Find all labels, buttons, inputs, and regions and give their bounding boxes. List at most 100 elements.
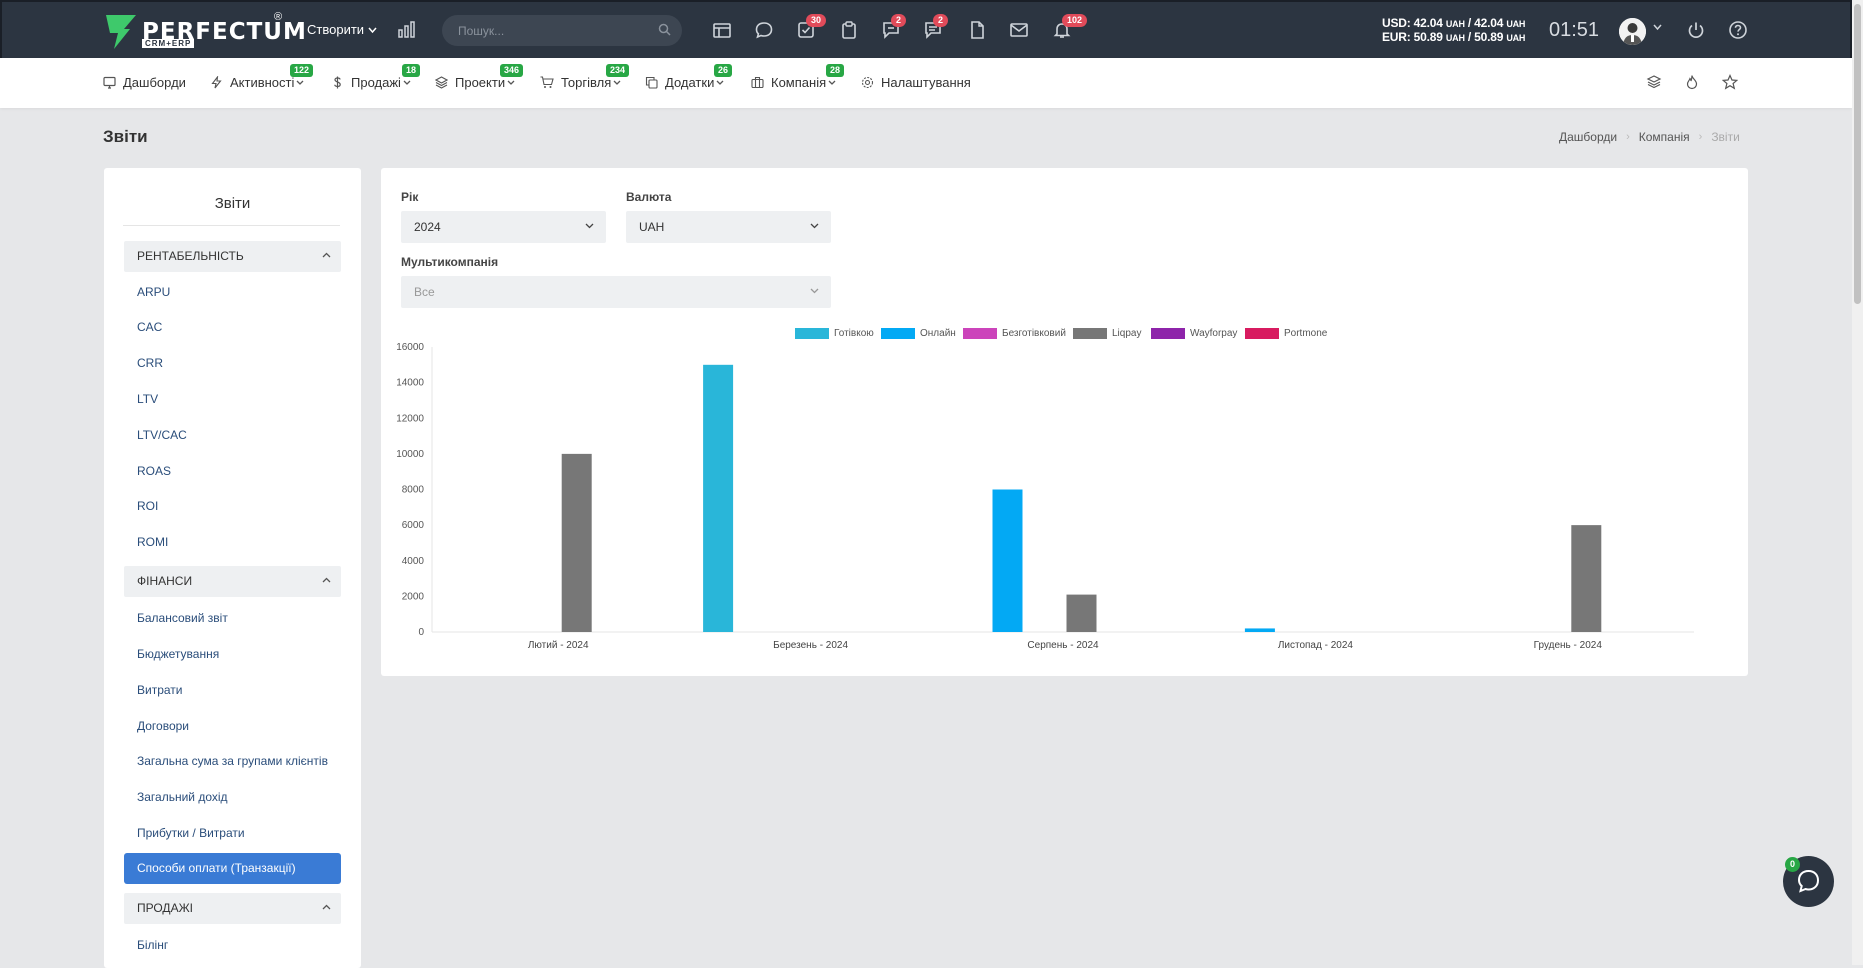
y-tick-label: 0 [418, 627, 424, 638]
bar-онлайн-2[interactable] [992, 489, 1023, 633]
search-input[interactable] [442, 15, 682, 46]
page-scrollbar[interactable] [1852, 0, 1863, 965]
usd-rate: USD: 42.04 UAH / 42.04 UAH [1382, 16, 1526, 30]
sidebar-item-romi[interactable]: ROMI [137, 535, 168, 549]
y-tick-label: 14000 [396, 378, 424, 389]
nav-badge: 26 [714, 64, 733, 77]
x-tick-label: Березень - 2024 [773, 640, 848, 651]
comments-button[interactable]: 2 [923, 14, 949, 42]
nav-item-addons[interactable]: Додатки 26 [645, 64, 733, 90]
tasks-button[interactable]: 30 [796, 14, 827, 42]
nav-badge: 122 [290, 64, 314, 77]
bar-онлайн-3[interactable] [1244, 628, 1275, 632]
user-avatar-icon [1619, 18, 1646, 45]
top-bar: PERFECTUM ® CRM+ERP Створити 30 2 2 [0, 0, 1852, 58]
bar-chart-icon[interactable] [398, 20, 416, 38]
avatar-chevron-down-icon[interactable] [1653, 24, 1662, 31]
nav-label: Компанія [771, 75, 827, 90]
sidebar-item-arpu[interactable]: ARPU [137, 285, 170, 299]
sidebar-item-ltv-cac[interactable]: LTV/CAC [137, 428, 187, 442]
report-card: Рік 2024 Валюта UAH Мультикомпанія Все Г… [381, 168, 1748, 676]
sidebar-item-expenses[interactable]: Витрати [137, 683, 183, 697]
nav-label: Активності [230, 75, 295, 90]
breadcrumb-separator-icon: › [1626, 131, 1630, 143]
nav-item-settings[interactable]: Налаштування [861, 75, 971, 90]
monitor-icon [103, 76, 116, 89]
bar-liqpay-2[interactable] [1066, 594, 1097, 632]
create-label: Створити [307, 22, 365, 37]
nav-item-trade[interactable]: Торгівля 234 [540, 64, 630, 90]
create-dropdown[interactable]: Створити [307, 22, 377, 37]
clipboard-icon [842, 21, 856, 39]
cart-icon [540, 76, 554, 88]
sidebar-item-cac[interactable]: CAC [137, 320, 162, 334]
sidebar-group-finance[interactable]: ФІНАНСИ [124, 566, 341, 597]
search-icon[interactable] [658, 23, 671, 36]
power-icon[interactable] [1686, 20, 1706, 40]
logo-mark-icon [106, 15, 136, 49]
notifications-button[interactable]: 102 [1052, 14, 1088, 42]
chevron-up-icon [322, 577, 331, 583]
bar-готівкою-1[interactable] [703, 364, 734, 632]
x-tick-label: Лютий - 2024 [528, 640, 589, 651]
sidebar-item-payment-methods[interactable]: Способи оплати (Транзакції) [124, 853, 341, 884]
sidebar-item-budgeting[interactable]: Бюджетування [137, 647, 219, 661]
sidebar-item-total-income[interactable]: Загальний дохід [137, 790, 228, 804]
nav-item-projects[interactable]: Проекти 346 [435, 64, 524, 90]
breadcrumb-dashboards[interactable]: Дашборди [1559, 130, 1617, 144]
help-icon[interactable] [1728, 20, 1748, 40]
eur-rate: EUR: 50.89 UAH / 50.89 UAH [1382, 30, 1526, 44]
sidebar-item-ltv[interactable]: LTV [137, 392, 158, 406]
sidebar-item-roi[interactable]: ROI [137, 499, 158, 513]
y-tick-label: 6000 [402, 520, 425, 531]
mail-button[interactable] [1009, 20, 1031, 42]
nav-badge: 234 [606, 64, 630, 77]
logo[interactable]: PERFECTUM ® CRM+ERP [104, 11, 306, 53]
chevron-up-icon [322, 252, 331, 258]
bar-liqpay-4[interactable] [1571, 525, 1602, 632]
messages-button[interactable] [754, 20, 776, 42]
nav-label: Торгівля [561, 75, 612, 90]
sidebar-item-crr[interactable]: CRR [137, 356, 163, 370]
y-tick-label: 16000 [396, 342, 424, 353]
breadcrumb-company[interactable]: Компанія [1639, 130, 1690, 144]
chevron-up-icon [322, 904, 331, 910]
gear-icon [861, 76, 874, 89]
star-icon[interactable] [1722, 74, 1738, 90]
clipboard-button[interactable] [839, 20, 861, 42]
sidebar-item-contracts[interactable]: Договори [137, 719, 189, 733]
sidebar-item-income-expenses[interactable]: Прибутки / Витрати [137, 826, 245, 840]
sidebar-item-total-by-client-groups[interactable]: Загальна сума за групами клієнтів [137, 754, 328, 768]
nav-item-company[interactable]: Компанія 28 [751, 64, 845, 90]
sidebar-item-balance-report[interactable]: Балансовий звіт [137, 611, 228, 625]
y-tick-label: 10000 [396, 449, 424, 460]
chat-button[interactable]: 2 [881, 14, 907, 42]
sidebar-group-sales[interactable]: ПРОДАЖІ [124, 893, 341, 924]
nav-item-activities[interactable]: Активності 122 [210, 64, 314, 90]
x-tick-label: Грудень - 2024 [1534, 640, 1603, 651]
sidebar-title: Звіти [214, 195, 251, 212]
tasks-badge: 30 [806, 14, 827, 27]
nav-badge: 18 [402, 64, 421, 77]
nav-label: Дашборди [123, 75, 186, 90]
sidebar-divider [123, 225, 340, 226]
sidebar-item-billing[interactable]: Білінг [137, 938, 168, 952]
avatar[interactable] [1619, 18, 1646, 45]
lightning-icon [211, 76, 222, 89]
x-tick-label: Листопад - 2024 [1278, 640, 1354, 651]
chevron-down-icon [613, 80, 621, 85]
bar-liqpay-0[interactable] [561, 453, 592, 632]
notifications-badge: 102 [1062, 14, 1088, 27]
scrollbar-thumb[interactable] [1854, 4, 1861, 304]
documents-button[interactable] [967, 20, 989, 42]
fire-icon[interactable] [1684, 74, 1700, 90]
nav-item-dashboards[interactable]: Дашборди [103, 75, 186, 90]
nav-label: Проекти [455, 75, 506, 90]
calendar-button[interactable] [712, 20, 734, 42]
sidebar-item-roas[interactable]: ROAS [137, 464, 171, 478]
chat-widget-badge: 0 [1785, 857, 1800, 872]
sidebar-group-label: ФІНАНСИ [137, 574, 193, 588]
layers-toggle-icon[interactable] [1646, 74, 1662, 90]
nav-item-sales[interactable]: Продажі 18 [331, 64, 421, 90]
sidebar-group-profitability[interactable]: РЕНТАБЕЛЬНІСТЬ [124, 241, 341, 272]
